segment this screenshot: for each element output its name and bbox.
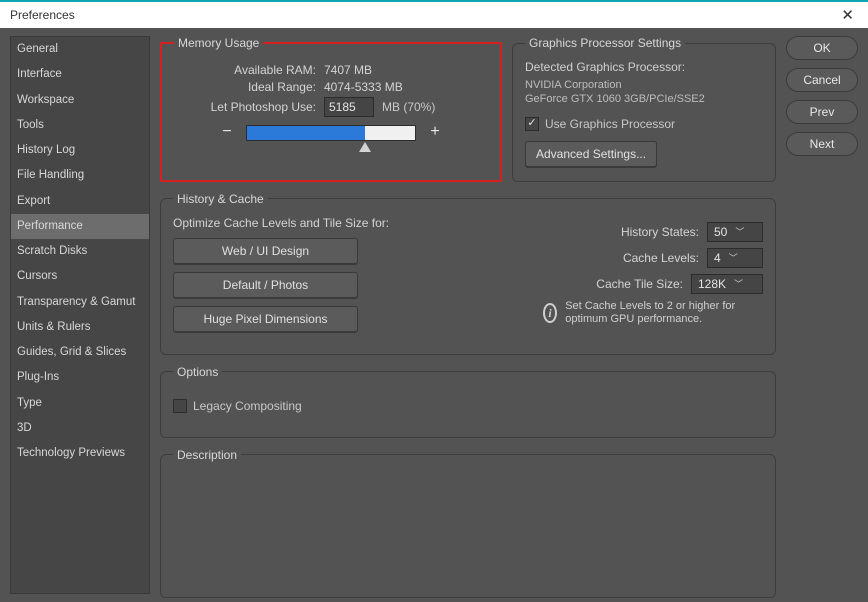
detected-gpu-label: Detected Graphics Processor: (525, 60, 763, 74)
preset-default-photos-button[interactable]: Default / Photos (173, 272, 358, 298)
history-cache-legend: History & Cache (173, 192, 268, 206)
description-legend: Description (173, 448, 241, 462)
sidebar-item-workspace[interactable]: Workspace (11, 88, 149, 113)
sidebar-item-scratch-disks[interactable]: Scratch Disks (11, 239, 149, 264)
ok-button[interactable]: OK (786, 36, 858, 60)
memory-slider-fill (247, 126, 365, 140)
memory-usage-legend: Memory Usage (174, 36, 263, 50)
sidebar-item-guides-grid-slices[interactable]: Guides, Grid & Slices (11, 340, 149, 365)
sidebar-item-type[interactable]: Type (11, 391, 149, 416)
options-legend: Options (173, 365, 222, 379)
sidebar-item-history-log[interactable]: History Log (11, 138, 149, 163)
titlebar: Preferences ✕ (0, 0, 868, 28)
gpu-settings-legend: Graphics Processor Settings (525, 36, 685, 50)
history-states-select[interactable]: 50 ﹀ (707, 222, 763, 242)
available-ram-value: 7407 MB (324, 63, 372, 77)
chevron-down-icon: ﹀ (730, 277, 747, 290)
info-icon: i (543, 303, 557, 323)
cache-levels-select[interactable]: 4 ﹀ (707, 248, 763, 268)
chevron-down-icon: ﹀ (731, 225, 748, 238)
dialog-body: General Interface Workspace Tools Histor… (0, 28, 868, 602)
available-ram-label: Available RAM: (174, 63, 324, 77)
cache-tile-size-label: Cache Tile Size: (596, 277, 683, 291)
memory-increase-button[interactable]: + (426, 125, 444, 141)
sidebar-item-technology-previews[interactable]: Technology Previews (11, 441, 149, 466)
memory-usage-group: Memory Usage Available RAM: 7407 MB Idea… (160, 36, 502, 182)
preset-huge-pixel-button[interactable]: Huge Pixel Dimensions (173, 306, 358, 332)
sidebar-item-file-handling[interactable]: File Handling (11, 163, 149, 188)
let-photoshop-use-input[interactable] (324, 97, 374, 117)
legacy-compositing-label: Legacy Compositing (193, 399, 302, 413)
preset-web-ui-button[interactable]: Web / UI Design (173, 238, 358, 264)
sidebar-item-tools[interactable]: Tools (11, 113, 149, 138)
gpu-vendor: NVIDIA Corporation (525, 78, 763, 92)
description-group: Description (160, 448, 776, 598)
advanced-settings-button[interactable]: Advanced Settings... (525, 141, 657, 167)
history-cache-group: History & Cache Optimize Cache Levels an… (160, 192, 776, 355)
sidebar-item-plug-ins[interactable]: Plug-Ins (11, 365, 149, 390)
use-gpu-checkbox[interactable] (525, 117, 539, 131)
let-photoshop-use-suffix: MB (70%) (382, 100, 435, 114)
dialog-buttons: OK Cancel Prev Next (786, 36, 858, 594)
sidebar-item-units-rulers[interactable]: Units & Rulers (11, 315, 149, 340)
cache-tile-size-select[interactable]: 128K ﹀ (691, 274, 763, 294)
chevron-down-icon: ﹀ (725, 251, 742, 264)
sidebar-item-general[interactable]: General (11, 37, 149, 62)
sidebar-item-export[interactable]: Export (11, 189, 149, 214)
cache-levels-label: Cache Levels: (623, 251, 699, 265)
prev-button[interactable]: Prev (786, 100, 858, 124)
use-gpu-label: Use Graphics Processor (545, 117, 675, 131)
history-states-label: History States: (621, 225, 699, 239)
cache-levels-value: 4 (714, 251, 721, 265)
sidebar-item-interface[interactable]: Interface (11, 62, 149, 87)
cancel-button[interactable]: Cancel (786, 68, 858, 92)
sidebar-item-3d[interactable]: 3D (11, 416, 149, 441)
history-states-value: 50 (714, 225, 727, 239)
sidebar-item-transparency-gamut[interactable]: Transparency & Gamut (11, 290, 149, 315)
preferences-sidebar: General Interface Workspace Tools Histor… (10, 36, 150, 594)
memory-slider-handle[interactable] (359, 142, 371, 152)
cache-info-text: Set Cache Levels to 2 or higher for opti… (565, 300, 763, 328)
ideal-range-value: 4074-5333 MB (324, 80, 403, 94)
main-panel: Memory Usage Available RAM: 7407 MB Idea… (160, 36, 776, 594)
gpu-device: GeForce GTX 1060 3GB/PCIe/SSE2 (525, 92, 763, 106)
window-title: Preferences (10, 8, 75, 22)
optimize-label: Optimize Cache Levels and Tile Size for: (173, 216, 533, 230)
sidebar-item-cursors[interactable]: Cursors (11, 264, 149, 289)
gpu-settings-group: Graphics Processor Settings Detected Gra… (512, 36, 776, 182)
memory-slider[interactable] (246, 125, 416, 141)
sidebar-item-performance[interactable]: Performance (11, 214, 149, 239)
legacy-compositing-checkbox[interactable] (173, 399, 187, 413)
let-photoshop-use-label: Let Photoshop Use: (174, 100, 324, 114)
memory-decrease-button[interactable]: − (218, 125, 236, 141)
options-group: Options Legacy Compositing (160, 365, 776, 438)
cache-tile-size-value: 128K (698, 277, 726, 291)
close-icon[interactable]: ✕ (835, 4, 860, 26)
ideal-range-label: Ideal Range: (174, 80, 324, 94)
next-button[interactable]: Next (786, 132, 858, 156)
